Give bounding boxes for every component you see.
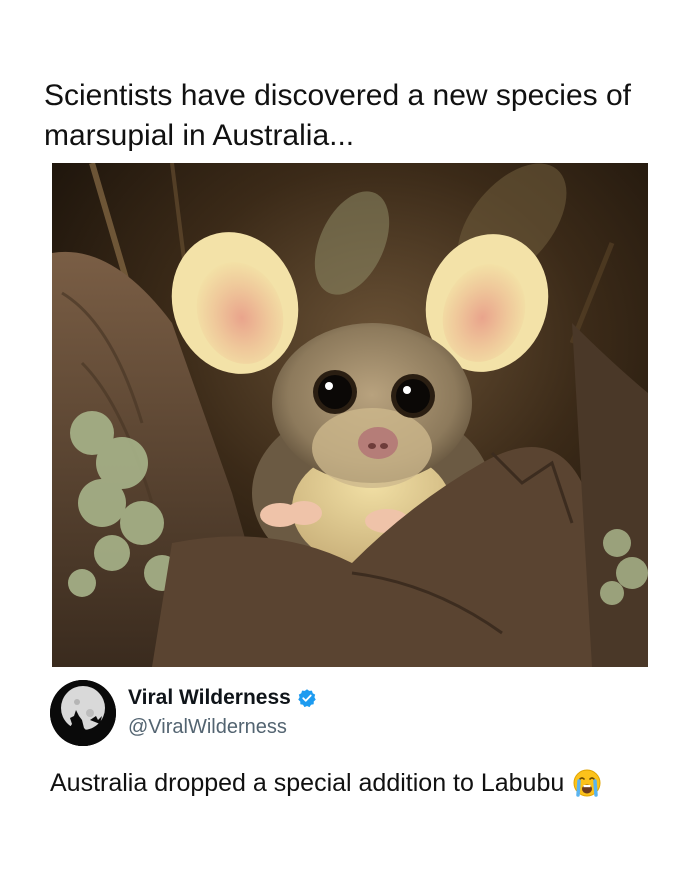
loudly-crying-face-icon: [572, 768, 602, 798]
avatar[interactable]: [50, 680, 116, 746]
author-display-name[interactable]: Viral Wilderness: [128, 686, 291, 710]
post-headline: Scientists have discovered a new species…: [44, 79, 631, 152]
tweet-text: Australia dropped a special addition to …: [50, 766, 602, 800]
author-handle[interactable]: @ViralWilderness: [128, 716, 287, 739]
howling-wolf-moon-icon: [50, 680, 116, 746]
tweet-author-row: Viral Wilderness @ViralWilderness: [50, 678, 650, 748]
tweet-body: Australia dropped a special addition to …: [50, 769, 565, 797]
verified-badge-icon: [297, 688, 317, 708]
marsupial-photo[interactable]: [52, 163, 648, 667]
author-name-group: Viral Wilderness: [128, 686, 317, 710]
